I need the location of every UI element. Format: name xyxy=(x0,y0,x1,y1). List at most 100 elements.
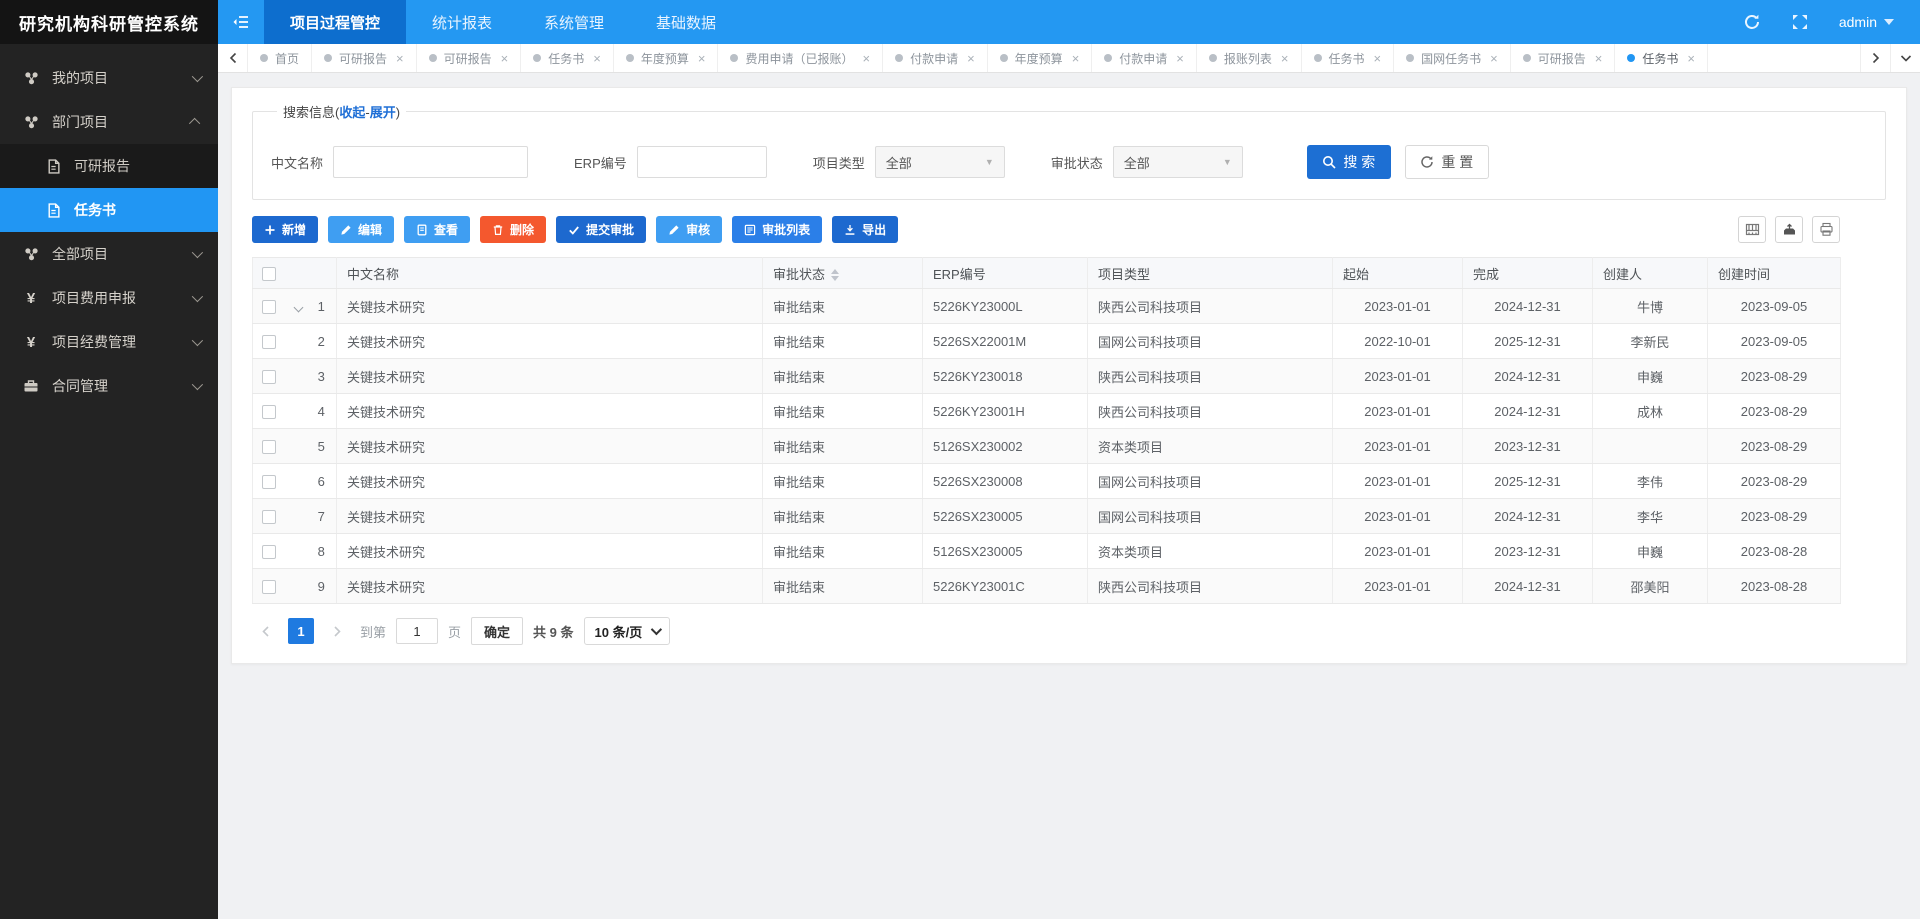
open-tab-0[interactable]: 首页 xyxy=(248,44,313,72)
table-row-7[interactable]: 7 关键技术研究 审批结束 5226SX230005 国网公司科技项目 2023-01-0… xyxy=(252,498,1841,534)
top-menu-item-2[interactable]: 系统管理 xyxy=(518,0,630,44)
toolbar-button-5[interactable]: 审核 xyxy=(656,216,723,243)
open-tab-13[interactable]: 任务书 × xyxy=(1615,44,1708,72)
open-tab-12[interactable]: 可研报告 × xyxy=(1511,44,1616,72)
columns-icon[interactable] xyxy=(1738,216,1766,243)
erp-code-input[interactable] xyxy=(636,146,767,178)
tab-close-icon[interactable]: × xyxy=(698,52,706,65)
row-checkbox[interactable] xyxy=(261,474,276,489)
user-menu[interactable]: admin xyxy=(1839,14,1894,30)
cell-erp-code: 5226KY23000L xyxy=(922,288,1088,324)
table-row-4[interactable]: 4 关键技术研究 审批结束 5226KY23001H 陕西公司科技项目 2023-01-0… xyxy=(252,393,1841,429)
open-tab-7[interactable]: 年度预算 × xyxy=(988,44,1093,72)
tabs-scroll-right-icon[interactable] xyxy=(1860,44,1890,72)
table-row-9[interactable]: 9 关键技术研究 审批结束 5226KY23001C 陕西公司科技项目 2023-01-0… xyxy=(252,568,1841,604)
tab-close-icon[interactable]: × xyxy=(1687,52,1695,65)
chinese-name-input[interactable] xyxy=(333,146,529,178)
next-page-icon[interactable] xyxy=(324,618,350,644)
page-size-select[interactable]: 10 条/页 xyxy=(583,617,671,645)
row-checkbox[interactable] xyxy=(261,579,276,594)
open-tab-2[interactable]: 可研报告 × xyxy=(417,44,522,72)
column-header-1[interactable]: 审批状态 xyxy=(762,257,923,289)
toolbar-button-2[interactable]: 查看 xyxy=(404,216,471,243)
table-row-1[interactable]: 1 关键技术研究 审批结束 5226KY23000L 陕西公司科技项目 2023-01-0… xyxy=(252,288,1841,324)
toolbar-button-0[interactable]: 新增 xyxy=(252,216,319,243)
toolbar-button-6[interactable]: 审批列表 xyxy=(732,216,823,243)
row-checkbox[interactable] xyxy=(261,404,276,419)
confirm-page-button[interactable]: 确定 xyxy=(471,617,524,645)
tab-close-icon[interactable]: × xyxy=(1595,52,1603,65)
sidebar-item-1[interactable]: 部门项目 xyxy=(0,100,218,144)
tab-close-icon[interactable]: × xyxy=(1281,52,1289,65)
table-row-5[interactable]: 5 关键技术研究 审批结束 5126SX230002 资本类项目 2023-01-01 20… xyxy=(252,428,1841,464)
toolbar-button-1[interactable]: 编辑 xyxy=(328,216,395,243)
open-tab-8[interactable]: 付款申请 × xyxy=(1092,44,1197,72)
open-tab-1[interactable]: 可研报告 × xyxy=(312,44,417,72)
top-menu-item-1[interactable]: 统计报表 xyxy=(406,0,518,44)
top-menu-item-3[interactable]: 基础数据 xyxy=(630,0,742,44)
open-tab-6[interactable]: 付款申请 × xyxy=(883,44,988,72)
pagination: 1 到第 页 确定 共 9 条 10 条/页 xyxy=(252,617,1886,645)
collapse-link[interactable]: 收起 xyxy=(339,105,365,120)
prev-page-icon[interactable] xyxy=(252,618,278,644)
tab-close-icon[interactable]: × xyxy=(967,52,975,65)
top-menu-item-0[interactable]: 项目过程管控 xyxy=(264,0,407,44)
row-checkbox[interactable] xyxy=(261,334,276,349)
select-all-checkbox[interactable] xyxy=(261,266,276,281)
fullscreen-icon[interactable] xyxy=(1791,13,1809,31)
sidebar-subitem-1[interactable]: 任务书 xyxy=(0,188,218,232)
row-checkbox[interactable] xyxy=(261,509,276,524)
tab-close-icon[interactable]: × xyxy=(501,52,509,65)
sidebar-item-4[interactable]: ¥ 项目经费管理 xyxy=(0,320,218,364)
sidebar-item-3[interactable]: ¥ 项目费用申报 xyxy=(0,276,218,320)
sidebar-item-0[interactable]: 我的项目 xyxy=(0,56,218,100)
open-tab-3[interactable]: 任务书 × xyxy=(521,44,614,72)
tab-close-icon[interactable]: × xyxy=(862,52,870,65)
doc-icon xyxy=(416,224,428,236)
page-number-button[interactable]: 1 xyxy=(288,618,314,644)
cell-created-time: 2023-08-29 xyxy=(1707,358,1841,394)
row-checkbox[interactable] xyxy=(261,544,276,559)
tabs-scroll-left-icon[interactable] xyxy=(218,44,248,72)
printer-icon[interactable] xyxy=(1812,216,1840,243)
toolbar-button-4[interactable]: 提交审批 xyxy=(556,216,647,243)
sidebar-item-5[interactable]: 合同管理 xyxy=(0,364,218,408)
search-button[interactable]: 搜 索 xyxy=(1306,145,1391,179)
open-tab-9[interactable]: 报账列表 × xyxy=(1197,44,1302,72)
project-type-select[interactable]: 全部 ▼ xyxy=(874,146,1005,178)
reset-button[interactable]: 重 置 xyxy=(1404,145,1489,179)
open-tab-4[interactable]: 年度预算 × xyxy=(614,44,719,72)
sidebar-subitem-0[interactable]: 可研报告 xyxy=(0,144,218,188)
column-header-7: 创建时间 xyxy=(1707,257,1841,289)
tab-close-icon[interactable]: × xyxy=(1176,52,1184,65)
tab-close-icon[interactable]: × xyxy=(593,52,601,65)
table-row-8[interactable]: 8 关键技术研究 审批结束 5126SX230005 资本类项目 2023-01-01 20… xyxy=(252,533,1841,569)
row-checkbox[interactable] xyxy=(261,299,276,314)
tab-close-icon[interactable]: × xyxy=(1490,52,1498,65)
menu-collapse-icon[interactable] xyxy=(218,0,264,44)
cell-chinese-name: 关键技术研究 xyxy=(336,498,763,534)
row-checkbox[interactable] xyxy=(261,439,276,454)
tab-close-icon[interactable]: × xyxy=(396,52,404,65)
table-row-2[interactable]: 2 关键技术研究 审批结束 5226SX22001M 国网公司科技项目 2022-10-0… xyxy=(252,323,1841,359)
table-row-6[interactable]: 6 关键技术研究 审批结束 5226SX230008 国网公司科技项目 2023-01-0… xyxy=(252,463,1841,499)
table-row-3[interactable]: 3 关键技术研究 审批结束 5226KY230018 陕西公司科技项目 2023-01-0… xyxy=(252,358,1841,394)
sidebar-item-2[interactable]: 全部项目 xyxy=(0,232,218,276)
row-expand-icon[interactable] xyxy=(293,302,303,312)
tab-close-icon[interactable]: × xyxy=(1374,52,1382,65)
row-checkbox[interactable] xyxy=(261,369,276,384)
approval-status-select[interactable]: 全部 ▼ xyxy=(1112,146,1243,178)
open-tab-11[interactable]: 国网任务书 × xyxy=(1394,44,1511,72)
export-file-icon[interactable] xyxy=(1775,216,1803,243)
refresh-icon[interactable] xyxy=(1743,13,1761,31)
tabs-menu-icon[interactable] xyxy=(1890,44,1920,72)
open-tab-10[interactable]: 任务书 × xyxy=(1302,44,1395,72)
cell-project-type: 陕西公司科技项目 xyxy=(1087,568,1333,604)
goto-page-input[interactable] xyxy=(396,618,439,644)
open-tab-5[interactable]: 费用申请（已报账） × xyxy=(718,44,884,72)
toolbar-button-3[interactable]: 删除 xyxy=(480,216,547,243)
tab-close-icon[interactable]: × xyxy=(1072,52,1080,65)
toolbar-button-7[interactable]: 导出 xyxy=(832,216,899,243)
sort-icon[interactable] xyxy=(831,269,840,282)
expand-link[interactable]: 展开 xyxy=(370,105,396,120)
